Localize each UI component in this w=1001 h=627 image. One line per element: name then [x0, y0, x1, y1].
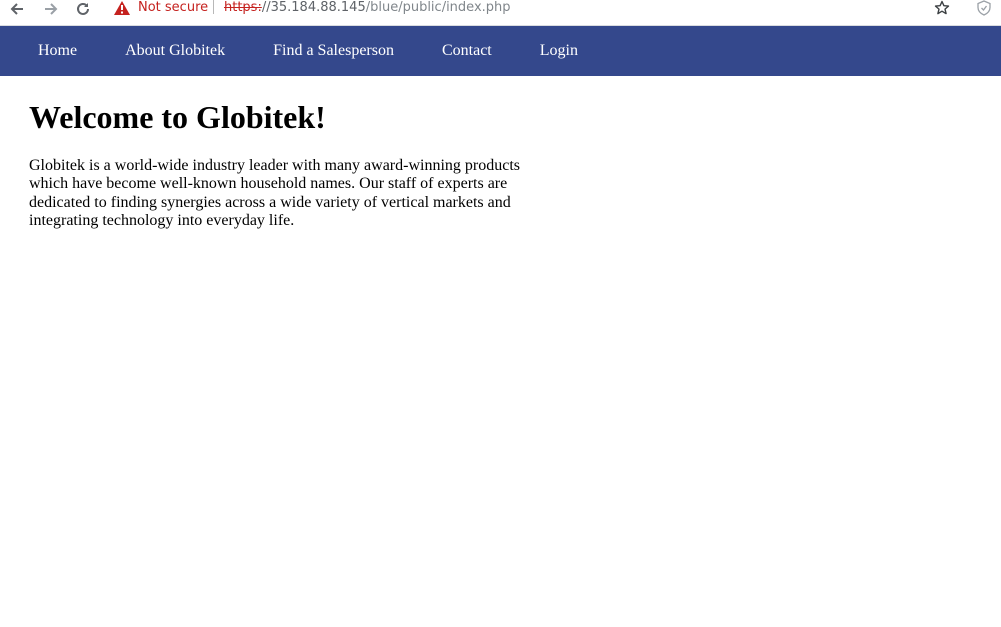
nav-item-salesperson: Find a Salesperson [249, 26, 418, 76]
page-title: Welcome to Globitek! [29, 99, 326, 135]
url-scheme: https: [224, 0, 262, 15]
nav-link-home[interactable]: Home [14, 26, 101, 76]
nav-item-about: About Globitek [101, 26, 249, 76]
nav-item-contact: Contact [418, 26, 516, 76]
nav-link-login[interactable]: Login [516, 26, 602, 76]
forward-arrow-icon [45, 3, 58, 15]
url-path: /blue/public/index.php [365, 0, 511, 15]
nav-link-contact[interactable]: Contact [418, 26, 516, 76]
url-divider [213, 0, 214, 14]
extension-button[interactable] [975, 0, 993, 16]
star-icon [934, 0, 950, 15]
reload-button[interactable] [72, 0, 94, 18]
nav-item-home: Home [14, 26, 101, 76]
main-content: Welcome to Globitek! Globitek is a world… [29, 76, 529, 231]
main-navigation: Home About Globitek Find a Salesperson C… [0, 26, 1001, 76]
forward-button[interactable] [40, 0, 62, 18]
extension-icon [977, 0, 991, 16]
intro-paragraph: Globitek is a world-wide industry leader… [29, 157, 520, 230]
bookmark-button[interactable] [933, 0, 951, 16]
security-indicator[interactable]: Not secure [114, 0, 208, 16]
browser-toolbar: Not secure https://35.184.88.145/blue/pu… [0, 0, 1001, 26]
security-label: Not secure [138, 0, 209, 15]
address-bar[interactable]: https://35.184.88.145/blue/public/index.… [224, 0, 511, 16]
url-host: //35.184.88.145 [261, 0, 366, 15]
nav-link-find-salesperson[interactable]: Find a Salesperson [249, 26, 418, 76]
warning-icon [114, 1, 130, 15]
nav-item-login: Login [516, 26, 602, 76]
reload-icon [77, 2, 89, 15]
nav-list: Home About Globitek Find a Salesperson C… [0, 26, 1001, 76]
nav-link-about[interactable]: About Globitek [101, 26, 249, 76]
back-arrow-icon [10, 3, 23, 15]
back-button[interactable] [6, 0, 28, 18]
